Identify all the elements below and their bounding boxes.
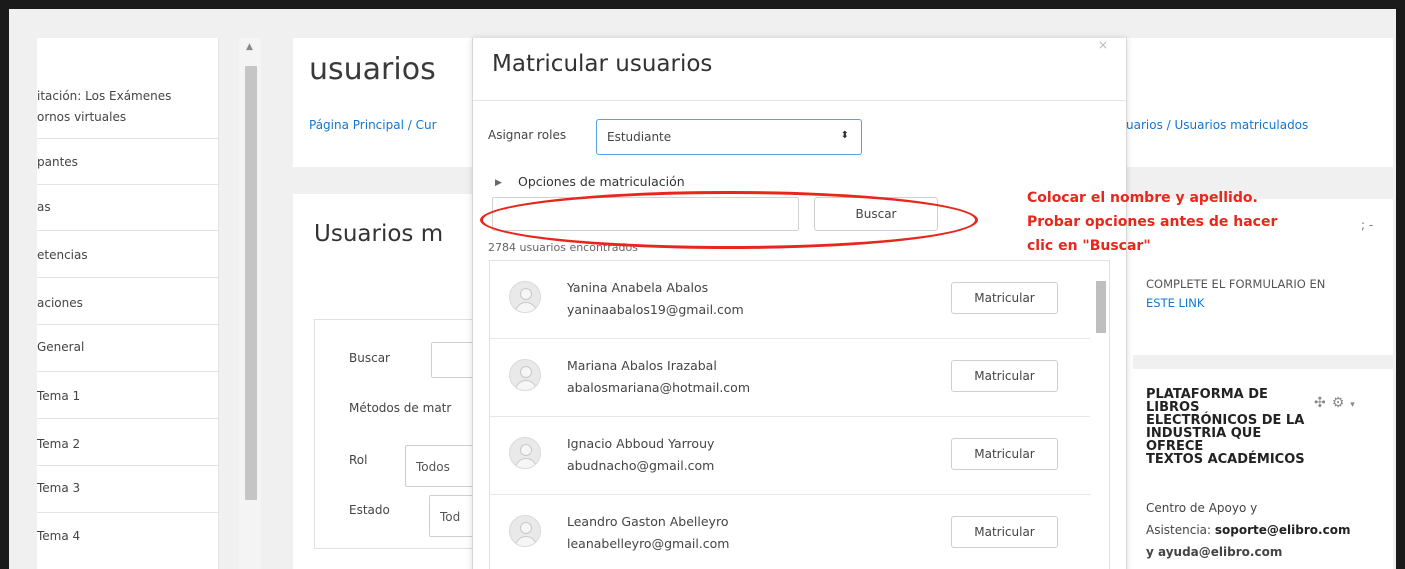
assign-roles-select[interactable]: Estudiante ⬍ [596, 119, 862, 155]
results-scrollbar-thumb[interactable] [1096, 281, 1106, 333]
complete-form-link[interactable]: ESTE LINK [1146, 294, 1386, 313]
course-sidebar: itación: Los Exámenes ornos virtuales pa… [37, 38, 219, 569]
filter-status-label: Estado [349, 503, 390, 517]
sidebar-item-tema-2[interactable]: Tema 2 [37, 419, 219, 466]
section-title: Usuarios m [314, 221, 444, 247]
sidebar-scrollbar[interactable]: ▲ [239, 38, 261, 569]
enrol-button[interactable]: Matricular [951, 360, 1058, 392]
block-tools[interactable]: ✣⚙▾ [1314, 395, 1361, 411]
sidebar-item-participants[interactable]: pantes [37, 139, 219, 185]
annotation-highlight-oval [480, 191, 978, 249]
select-caret-icon: ⬍ [840, 130, 849, 141]
sidebar-item-course-cont[interactable]: ornos virtuales [37, 107, 219, 139]
platform-title-line: TEXTOS ACADÉMICOS [1146, 452, 1305, 467]
screenshot-frame: itación: Los Exámenes ornos virtuales pa… [0, 0, 1405, 569]
complete-form-text: COMPLETE EL FORMULARIO EN [1146, 277, 1326, 291]
annotation-line: Colocar el nombre y apellido. [1027, 190, 1258, 206]
enrol-options-toggle[interactable]: Opciones de matriculación [518, 174, 685, 189]
breadcrumb-current[interactable]: uarios / Usuarios matriculados [1126, 118, 1308, 132]
sidebar-item-label: Tema 2 [37, 437, 81, 451]
enrol-button[interactable]: Matricular [951, 438, 1058, 470]
support-email[interactable]: soporte@elibro.com [1215, 523, 1351, 537]
chevron-down-icon: ▾ [1350, 400, 1361, 410]
list-item: Leandro Gaston Abelleyro leanabelleyro@g… [490, 495, 1090, 569]
sidebar-item-badges[interactable]: as [37, 185, 219, 231]
sidebar-item-course[interactable]: itación: Los Exámenes [37, 79, 219, 107]
sidebar-item-general[interactable]: General [37, 325, 219, 372]
sidebar-item-label: General [37, 340, 85, 354]
support-line-extra[interactable]: y ayuda@elibro.com [1146, 541, 1391, 563]
enrol-button[interactable]: Matricular [951, 516, 1058, 548]
filter-status-select[interactable]: Tod [429, 495, 475, 537]
sidebar-item-tema-3[interactable]: Tema 3 [37, 466, 219, 513]
avatar [509, 515, 541, 547]
filter-status-value: Tod [440, 510, 461, 524]
platform-block-title: PLATAFORMA DE LIBROS ELECTRÓNICOS DE LA … [1146, 388, 1316, 466]
filter-role-value: Todos [416, 460, 450, 474]
sidebar-item-label: aciones [37, 296, 83, 310]
breadcrumb[interactable]: Página Principal / Cur [309, 118, 437, 132]
sidebar-item-grades[interactable]: aciones [37, 278, 219, 325]
enrol-button[interactable]: Matricular [951, 282, 1058, 314]
platform-title-line: INDUSTRIA QUE OFRECE [1146, 426, 1262, 454]
user-name: Leandro Gaston Abelleyro [567, 514, 729, 529]
avatar [509, 281, 541, 313]
sidebar-item-label: as [37, 200, 51, 214]
user-email: yaninaabalos19@gmail.com [567, 302, 744, 317]
annotation-line: clic en "Buscar" [1027, 238, 1151, 254]
filter-methods-label: Métodos de matr [349, 401, 452, 415]
support-line: Centro de Apoyo y [1146, 501, 1258, 515]
move-icon: ✣ [1314, 395, 1332, 411]
support-block: Centro de Apoyo y Asistencia: soporte@el… [1146, 497, 1391, 563]
assign-roles-label: Asignar roles [488, 128, 567, 142]
page-title: usuarios [309, 52, 436, 87]
avatar [509, 359, 541, 391]
user-email: abalosmariana@hotmail.com [567, 380, 751, 395]
filter-role-label: Rol [349, 453, 368, 467]
sidebar-item-label: Tema 4 [37, 529, 81, 543]
filter-search-input[interactable] [431, 342, 476, 378]
avatar [509, 437, 541, 469]
user-name: Mariana Abalos Irazabal [567, 358, 717, 373]
filter-search-label: Buscar [349, 351, 390, 365]
filter-role-select[interactable]: Todos [405, 445, 475, 487]
gear-icon: ⚙ [1331, 395, 1351, 411]
annotation-line: Probar opciones antes de hacer [1027, 214, 1278, 230]
user-email: leanabelleyro@gmail.com [567, 536, 730, 551]
enrol-users-modal: Matricular usuarios × Asignar roles Estu… [472, 38, 1127, 569]
sidebar-item-label: ornos virtuales [37, 110, 127, 124]
annotation-note: Colocar el nombre y apellido. Probar opc… [1027, 186, 1347, 258]
scroll-up-icon[interactable]: ▲ [246, 42, 253, 52]
complete-form-block: COMPLETE EL FORMULARIO EN ESTE LINK [1146, 275, 1386, 313]
assign-roles-value: Estudiante [607, 130, 672, 144]
sidebar-item-label: pantes [37, 155, 78, 169]
modal-divider [473, 100, 1126, 101]
close-icon[interactable]: × [1098, 38, 1108, 52]
user-name: Ignacio Abboud Yarrouy [567, 436, 715, 451]
sidebar-item-label: itación: Los Exámenes [37, 89, 172, 103]
user-email: abudnacho@gmail.com [567, 458, 715, 473]
list-item: Ignacio Abboud Yarrouy abudnacho@gmail.c… [490, 417, 1090, 495]
sidebar-item-label: Tema 1 [37, 389, 81, 403]
sidebar-item-tema-1[interactable]: Tema 1 [37, 372, 219, 419]
list-item: Mariana Abalos Irazabal abalosmariana@ho… [490, 339, 1090, 417]
block-actions-icon[interactable]: ; - [1361, 218, 1373, 232]
list-item: Yanina Anabela Abalos yaninaabalos19@gma… [490, 261, 1090, 339]
sidebar-scrollbar-thumb[interactable] [245, 66, 257, 500]
user-results-list[interactable]: Yanina Anabela Abalos yaninaabalos19@gma… [489, 260, 1110, 569]
sidebar-item-tema-4[interactable]: Tema 4 [37, 513, 219, 560]
sidebar-item-label: Tema 3 [37, 481, 81, 495]
sidebar-item-label: etencias [37, 248, 88, 262]
modal-title: Matricular usuarios [492, 51, 713, 77]
expand-arrow-icon[interactable]: ▶ [495, 178, 502, 188]
support-label: Asistencia: [1146, 523, 1215, 537]
sidebar-item-competencies[interactable]: etencias [37, 231, 219, 278]
user-name: Yanina Anabela Abalos [567, 280, 709, 295]
